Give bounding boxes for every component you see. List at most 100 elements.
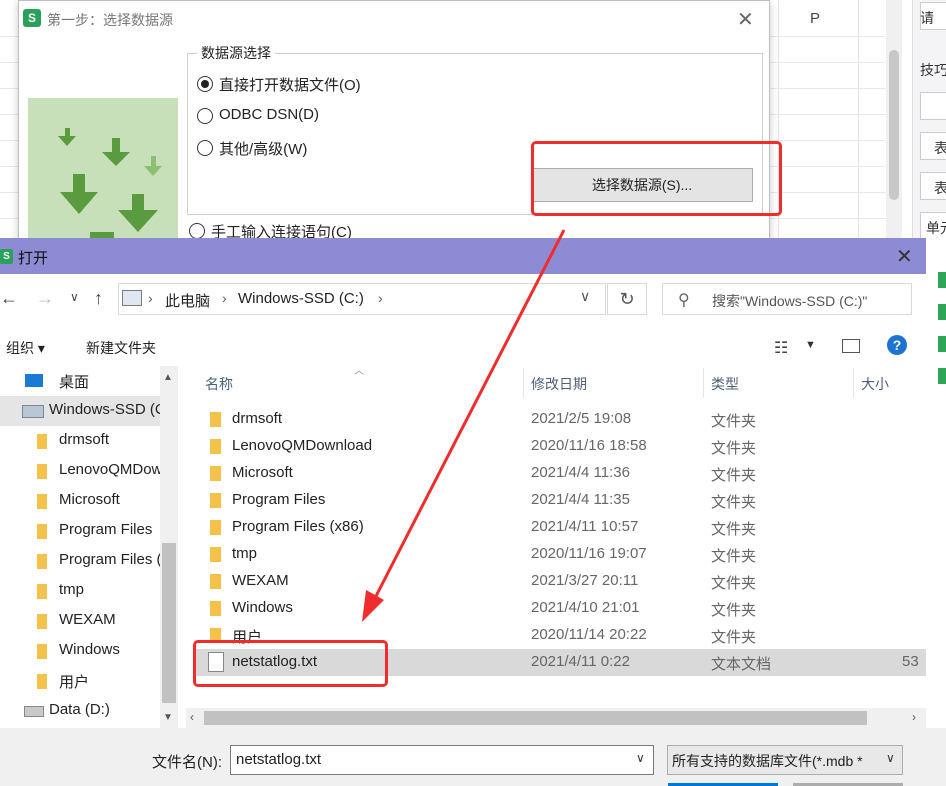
back-arrow-icon[interactable]: ← bbox=[0, 288, 18, 309]
scroll-left-icon[interactable]: ‹ bbox=[190, 710, 194, 724]
nav-scroll-thumb[interactable] bbox=[162, 543, 176, 703]
column-divider bbox=[703, 368, 704, 398]
folder-icon bbox=[37, 644, 47, 659]
file-name: Windows bbox=[232, 599, 293, 616]
table-row[interactable]: tmp 2020/11/16 19:07 文件夹 bbox=[194, 541, 926, 568]
panel-tips-label: 技巧 bbox=[920, 62, 946, 78]
nav-item-program-files[interactable]: Program Files bbox=[0, 516, 160, 546]
chevron-down-icon[interactable]: ∨ bbox=[580, 288, 590, 305]
nav-item-program-files-x86[interactable]: Program Files (x86) bbox=[0, 546, 160, 576]
folder-icon bbox=[37, 494, 47, 509]
radio-odbc-label[interactable]: ODBC DSN(D) bbox=[219, 106, 319, 123]
search-placeholder: 搜索"Windows-SSD (C:)" bbox=[712, 293, 868, 309]
file-type: 文本文档 bbox=[711, 656, 772, 673]
nav-item-microsoft[interactable]: Microsoft bbox=[0, 486, 160, 516]
column-header-p[interactable]: P bbox=[810, 10, 820, 27]
filename-value[interactable]: netstatlog.txt bbox=[236, 751, 321, 768]
nav-item-lenovoqm[interactable]: LenovoQMDownload bbox=[0, 456, 160, 486]
nav-item-label: Windows-SSD (C:) bbox=[49, 401, 160, 418]
open-dialog-title-bar[interactable]: S 打开 ✕ bbox=[0, 238, 926, 274]
radio-odbc[interactable] bbox=[197, 108, 213, 124]
panel-search-text: 请 bbox=[920, 10, 934, 26]
folder-icon bbox=[210, 493, 221, 508]
horizontal-scroll-thumb[interactable] bbox=[204, 711, 867, 725]
panel-tag-4-text: 单元 bbox=[926, 220, 946, 236]
close-icon[interactable]: ✕ bbox=[896, 244, 913, 269]
table-row[interactable]: WEXAM 2021/3/27 20:11 文件夹 bbox=[194, 568, 926, 595]
file-modified: 2020/11/16 19:07 bbox=[531, 545, 647, 562]
drive-icon bbox=[22, 405, 44, 418]
view-options-icon[interactable]: ☷ bbox=[774, 338, 788, 358]
refresh-icon[interactable]: ↻ bbox=[607, 283, 647, 315]
chevron-down-icon[interactable]: ∨ bbox=[636, 751, 645, 765]
drive-icon bbox=[24, 706, 44, 717]
radio-open-file[interactable] bbox=[197, 76, 213, 92]
sort-chevron-icon[interactable]: ︿ bbox=[354, 362, 364, 377]
nav-item-users[interactable]: 用户 bbox=[0, 666, 160, 696]
scroll-up-icon[interactable]: ▲ bbox=[163, 372, 173, 383]
filetype-value[interactable]: 所有支持的数据库文件(*.mdb * bbox=[672, 751, 877, 771]
chevron-right-icon[interactable]: › bbox=[222, 290, 227, 306]
column-name[interactable]: 名称 bbox=[205, 374, 233, 394]
recent-chevron-icon[interactable]: ∨ bbox=[70, 290, 79, 304]
folder-icon bbox=[37, 614, 47, 629]
nav-item-wexam[interactable]: WEXAM bbox=[0, 606, 160, 636]
table-row[interactable]: drmsoft 2021/2/5 19:08 文件夹 bbox=[194, 406, 926, 433]
new-folder-button[interactable]: 新建文件夹 bbox=[86, 338, 156, 358]
panel-badge-3 bbox=[938, 336, 946, 352]
close-icon[interactable]: ✕ bbox=[737, 7, 754, 32]
chevron-down-icon[interactable]: ∨ bbox=[886, 751, 895, 765]
panel-tag-1[interactable] bbox=[920, 92, 946, 120]
nav-item-data-d[interactable]: Data (D:) bbox=[0, 696, 160, 726]
table-row[interactable]: LenovoQMDownload 2020/11/16 18:58 文件夹 bbox=[194, 433, 926, 460]
scroll-down-icon[interactable]: ▼ bbox=[163, 712, 173, 723]
nav-item-label: tmp bbox=[59, 581, 85, 598]
radio-manual[interactable] bbox=[189, 223, 205, 239]
sheet-scroll-thumb[interactable] bbox=[889, 50, 899, 200]
file-modified: 2021/4/4 11:36 bbox=[531, 464, 630, 481]
chevron-down-icon[interactable]: ▼ bbox=[805, 339, 816, 351]
file-modified: 2021/3/27 20:11 bbox=[531, 572, 639, 589]
panel-tag-3-text: 表 bbox=[934, 180, 946, 196]
column-size[interactable]: 大小 bbox=[861, 374, 889, 394]
nav-item-windows[interactable]: Windows bbox=[0, 636, 160, 666]
folder-icon bbox=[37, 434, 47, 449]
file-type: 文件夹 bbox=[711, 440, 757, 457]
panel-tag-2-text: 表 bbox=[934, 140, 946, 156]
folder-icon bbox=[37, 674, 47, 689]
file-modified: 2021/4/4 11:35 bbox=[531, 491, 630, 508]
scroll-right-icon[interactable]: › bbox=[912, 710, 916, 724]
nav-item-windows-ssd[interactable]: Windows-SSD (C:) bbox=[0, 396, 160, 426]
column-modified[interactable]: 修改日期 bbox=[531, 374, 587, 394]
chevron-right-icon[interactable]: › bbox=[148, 290, 153, 306]
up-arrow-icon[interactable]: ↑ bbox=[94, 288, 103, 309]
breadcrumb-drive[interactable]: Windows-SSD (C:) bbox=[238, 290, 364, 307]
table-row[interactable]: Microsoft 2021/4/4 11:36 文件夹 bbox=[194, 460, 926, 487]
nav-item-label: Microsoft bbox=[59, 491, 120, 508]
column-type[interactable]: 类型 bbox=[711, 374, 739, 394]
preview-pane-icon[interactable] bbox=[842, 339, 860, 353]
nav-item-drmsoft[interactable]: drmsoft bbox=[0, 426, 160, 456]
folder-icon bbox=[37, 584, 47, 599]
file-modified: 2020/11/16 18:58 bbox=[531, 437, 647, 454]
breadcrumb-this-pc[interactable]: 此电脑 bbox=[165, 290, 210, 311]
radio-advanced-label[interactable]: 其他/高级(W) bbox=[219, 138, 307, 159]
table-row[interactable]: Program Files (x86) 2021/4/11 10:57 文件夹 bbox=[194, 514, 926, 541]
chevron-right-icon[interactable]: › bbox=[378, 290, 383, 306]
help-icon[interactable]: ? bbox=[887, 335, 907, 355]
forward-arrow-icon[interactable]: → bbox=[36, 288, 54, 309]
radio-advanced[interactable] bbox=[197, 140, 213, 156]
file-type: 文件夹 bbox=[711, 494, 757, 511]
nav-item-tmp[interactable]: tmp bbox=[0, 576, 160, 606]
nav-item-desktop[interactable]: 桌面 bbox=[0, 366, 160, 396]
computer-icon bbox=[122, 290, 142, 306]
table-row[interactable]: Windows 2021/4/10 21:01 文件夹 bbox=[194, 595, 926, 622]
file-type: 文件夹 bbox=[711, 575, 757, 592]
radio-open-file-label[interactable]: 直接打开数据文件(O) bbox=[219, 74, 361, 95]
nav-item-label: 桌面 bbox=[59, 374, 90, 391]
folder-icon bbox=[210, 412, 221, 427]
organize-button[interactable]: 组织 ▾ bbox=[6, 338, 45, 358]
dialog-title: 第一步：选择数据源 bbox=[47, 12, 173, 28]
table-row[interactable]: Program Files 2021/4/4 11:35 文件夹 bbox=[194, 487, 926, 514]
dialog-title-bar[interactable]: S 第一步：选择数据源 ✕ bbox=[19, 1, 769, 37]
